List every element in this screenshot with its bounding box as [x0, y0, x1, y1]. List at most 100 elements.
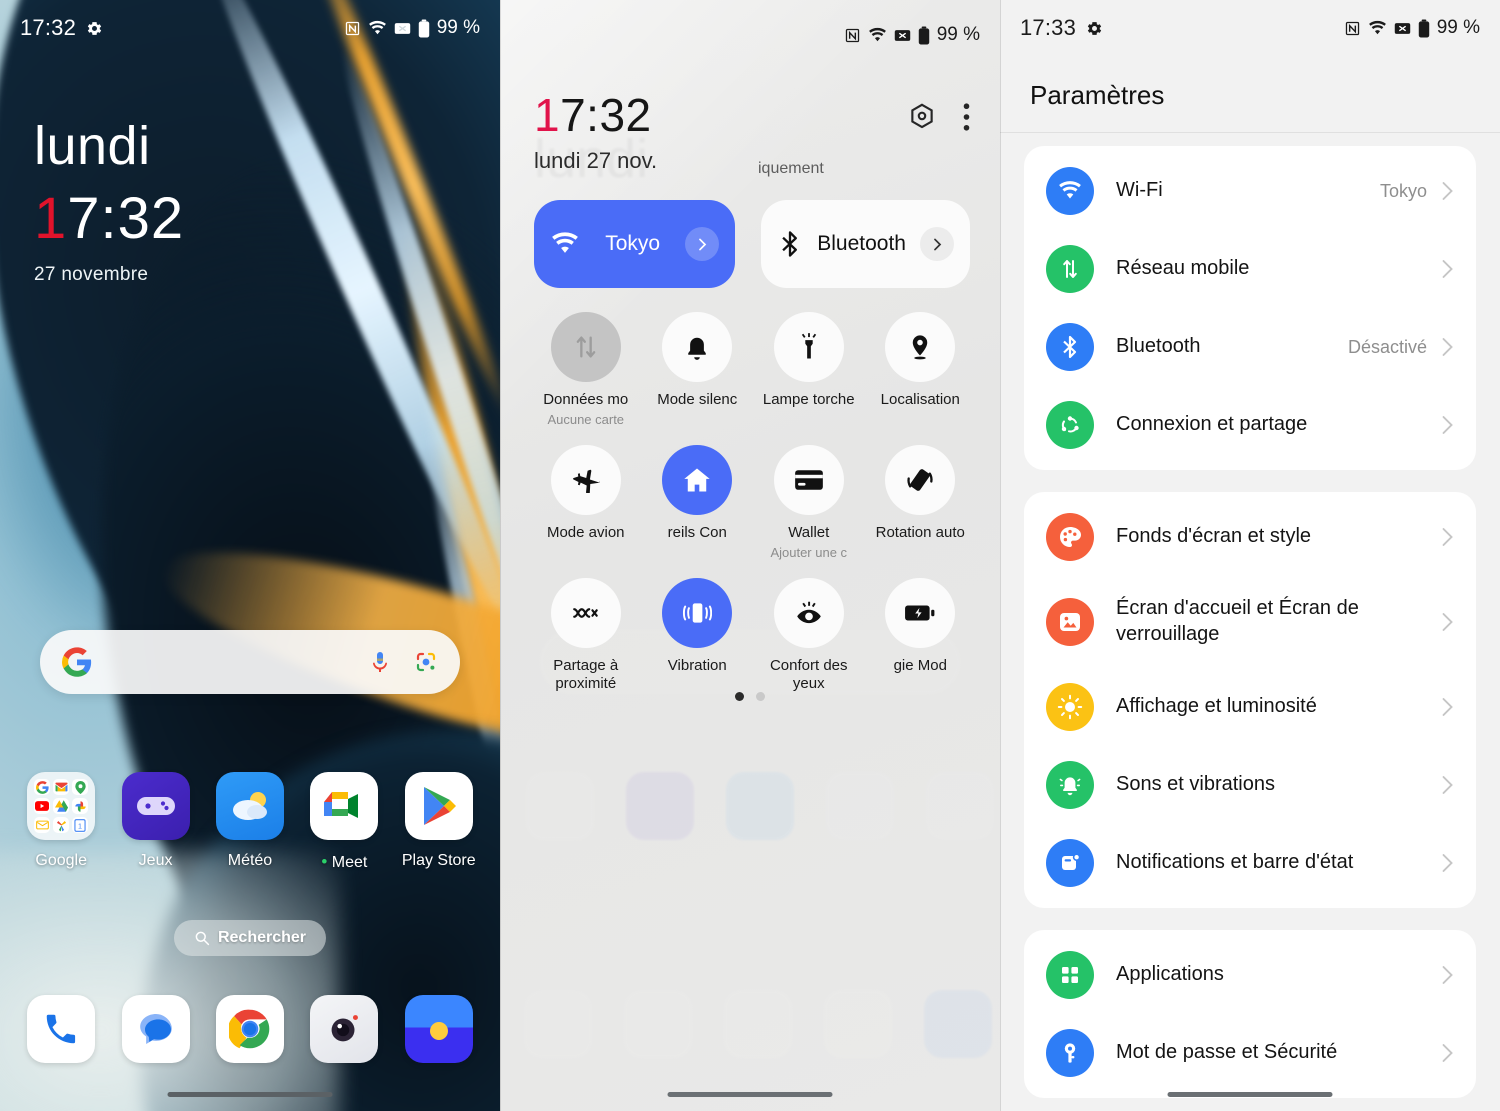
clock-time: 17:32 [34, 185, 184, 252]
navigation-gesture-bar[interactable] [167, 1092, 333, 1097]
sim-off-icon [1394, 21, 1411, 36]
settings-row-password-security[interactable]: Mot de passe et Sécurité [1024, 1014, 1476, 1092]
qs-clock-date: lundi 27 nov. [534, 148, 658, 173]
microphone-icon[interactable] [368, 650, 392, 674]
app-label: Play Store [401, 852, 476, 869]
settings-row-applications[interactable]: Applications [1024, 936, 1476, 1014]
sim-off-icon [894, 28, 911, 43]
clock-time-rest: 7:32 [67, 185, 185, 251]
chevron-right-icon[interactable] [920, 227, 954, 261]
tile-vibration[interactable]: Vibration [642, 577, 754, 695]
wifi-icon [1046, 167, 1094, 215]
app-jeux[interactable]: Jeux [114, 772, 198, 872]
tile-label: Mode silenc [657, 391, 738, 408]
search-chip[interactable]: Rechercher [173, 920, 327, 956]
google-search-widget[interactable] [40, 630, 460, 694]
overflow-menu-icon[interactable] [963, 103, 970, 131]
app-folder-google[interactable]: 1 Google [19, 772, 103, 872]
status-bar-right: 99 % [844, 24, 980, 46]
chevron-right-icon[interactable] [685, 227, 720, 261]
ghost-dock-row [524, 990, 992, 1058]
row-label: Fonds d'écran et style [1116, 525, 1312, 548]
card-icon [773, 444, 844, 515]
tile-mobile-data[interactable]: Données mo Aucune carte [530, 312, 642, 427]
app-label: Jeux [138, 852, 173, 869]
page-dot-1[interactable] [735, 692, 744, 701]
chrome-icon[interactable] [215, 995, 284, 1063]
bluetooth-tile[interactable]: Bluetooth [761, 200, 970, 288]
tile-airplane-mode[interactable]: Mode avion [530, 444, 642, 560]
airplane-icon [550, 444, 621, 515]
app-grid: 1 Google Jeux Météo • Meet Play Store [0, 772, 500, 872]
app-play-store[interactable]: Play Store [397, 772, 481, 872]
settings-row-wallpaper-style[interactable]: Fonds d'écran et style [1024, 498, 1476, 576]
status-bar-right: 99 % [1344, 17, 1480, 39]
home-screen-panel: 17:32 99 % lundi 17:32 27 novembre 1 Goo… [0, 0, 500, 1111]
photos-icon [72, 798, 89, 814]
google-lens-icon[interactable] [414, 650, 438, 674]
chevron-right-icon [1441, 965, 1454, 985]
qs-clock[interactable]: 17:32 lundi 27 nov. [534, 92, 657, 172]
qs-big-tiles: Tokyo Bluetooth [534, 200, 970, 288]
tile-silent-mode[interactable]: Mode silenc [642, 312, 754, 427]
tile-nearby-share[interactable]: Partage à proximité [530, 577, 642, 695]
qs-time-rest: 7:32 [560, 89, 652, 141]
messages-icon[interactable] [121, 995, 190, 1063]
battery-percent: 99 % [1436, 17, 1480, 38]
settings-row-mobile-network[interactable]: Réseau mobile [1024, 230, 1476, 308]
tile-flashlight[interactable]: Lampe torche [753, 312, 865, 427]
tile-eye-comfort[interactable]: Confort des yeux [753, 577, 865, 695]
row-label: Wi-Fi [1116, 179, 1163, 202]
page-dot-2[interactable] [756, 692, 765, 701]
settings-row-connection-sharing[interactable]: Connexion et partage [1024, 386, 1476, 464]
battery-saver-icon [885, 577, 956, 648]
settings-row-sounds-vibration[interactable]: Sons et vibrations [1024, 746, 1476, 824]
qs-time-accent-digit: 1 [534, 89, 561, 141]
settings-hex-icon[interactable] [907, 102, 937, 132]
tile-wallet[interactable]: Wallet Ajouter une c [753, 444, 865, 560]
header-divider [1000, 132, 1500, 133]
tile-battery-saver[interactable]: gie Mod [865, 577, 977, 695]
navigation-gesture-bar[interactable] [1167, 1092, 1333, 1097]
phone-icon[interactable] [27, 995, 96, 1063]
palette-icon [1046, 513, 1094, 561]
wifi-tile[interactable]: Tokyo [534, 200, 736, 288]
brightness-icon [1046, 683, 1094, 731]
folder-icon-grid: 1 [27, 772, 95, 840]
tile-auto-rotate[interactable]: Rotation auto [865, 444, 977, 560]
tile-label: reils Con [667, 523, 727, 541]
row-label: Affichage et luminosité [1116, 695, 1317, 718]
chevron-right-icon [1441, 1043, 1454, 1063]
vibration-icon [662, 577, 733, 648]
battery-percent: 99 % [436, 17, 480, 38]
settings-row-notifications-statusbar[interactable]: Notifications et barre d'état [1024, 824, 1476, 902]
gallery-icon[interactable] [404, 995, 473, 1063]
camera-icon[interactable] [310, 995, 379, 1063]
row-label: Sons et vibrations [1116, 773, 1275, 796]
app-meteo[interactable]: Météo [208, 772, 292, 872]
status-bar-clock: 17:32 [20, 15, 77, 40]
settings-row-wifi[interactable]: Wi-Fi Tokyo [1024, 152, 1476, 230]
maps-icon [72, 779, 89, 795]
settings-group-apps-security: Applications Mot de passe et Sécurité [1024, 930, 1476, 1098]
settings-row-display-brightness[interactable]: Affichage et luminosité [1024, 668, 1476, 746]
tile-location[interactable]: Localisation [865, 312, 977, 427]
weather-icon [215, 772, 284, 840]
tile-devices-connection[interactable]: reils Con [642, 444, 754, 560]
home-clock-widget[interactable]: lundi 17:32 27 novembre [34, 118, 184, 286]
navigation-gesture-bar[interactable] [667, 1092, 833, 1097]
dock [0, 995, 500, 1063]
app-meet[interactable]: • Meet [302, 772, 386, 872]
qs-clock-time: 17:32 [534, 92, 657, 138]
sim-off-icon [394, 21, 411, 36]
gmail-alt-icon [34, 817, 51, 833]
settings-row-home-lock-screen[interactable]: Écran d'accueil et Écran de verrouillage [1024, 576, 1476, 668]
gear-icon [86, 20, 103, 37]
youtube-icon [34, 798, 51, 814]
bell-ring-icon [1046, 761, 1094, 809]
row-label: Connexion et partage [1116, 413, 1308, 436]
settings-row-bluetooth[interactable]: Bluetooth Désactivé [1024, 308, 1476, 386]
wifi-icon [1368, 20, 1387, 37]
qs-page-indicator[interactable] [500, 692, 1000, 701]
quick-settings-panel: lundi 99 % 17:32 lundi 27 nov. iquement … [500, 0, 1000, 1111]
